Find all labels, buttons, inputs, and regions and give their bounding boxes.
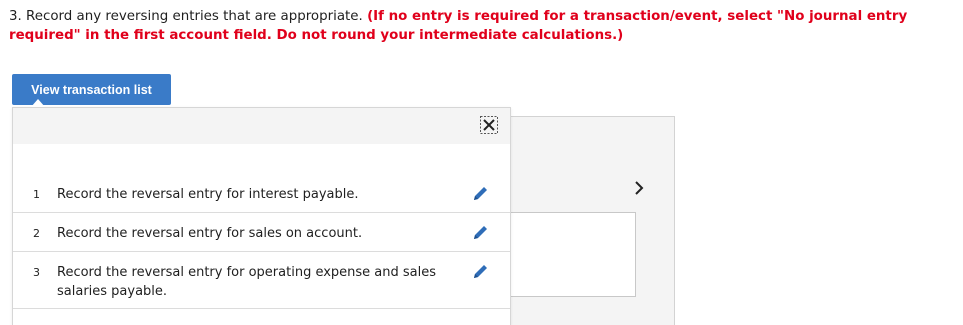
pencil-icon[interactable]: [470, 223, 490, 243]
popover-caret: [31, 99, 45, 107]
chevron-right-icon[interactable]: [631, 180, 647, 196]
transaction-number: 2: [33, 227, 40, 240]
instructions: 3. Record any reversing entries that are…: [9, 7, 949, 45]
popover-header: [13, 108, 510, 144]
transaction-description: Record the reversal entry for operating …: [57, 265, 437, 299]
transaction-list-popover: 1 Record the reversal entry for interest…: [12, 107, 511, 325]
instructions-text: 3. Record any reversing entries that are…: [9, 9, 368, 24]
close-icon[interactable]: [479, 115, 499, 135]
page: 3. Record any reversing entries that are…: [0, 0, 963, 325]
transaction-list: 1 Record the reversal entry for interest…: [13, 180, 510, 309]
pencil-icon[interactable]: [470, 184, 490, 204]
transaction-item-1[interactable]: 1 Record the reversal entry for interest…: [13, 180, 510, 213]
view-transaction-list-label: View transaction list: [31, 82, 152, 97]
transaction-number: 3: [33, 266, 40, 279]
transaction-item-3[interactable]: 3 Record the reversal entry for operatin…: [13, 252, 510, 309]
transaction-description: Record the reversal entry for interest p…: [57, 187, 359, 202]
pencil-icon[interactable]: [470, 262, 490, 282]
journal-entry-field[interactable]: [490, 212, 636, 297]
transaction-number: 1: [33, 188, 40, 201]
transaction-item-2[interactable]: 2 Record the reversal entry for sales on…: [13, 213, 510, 252]
transaction-description: Record the reversal entry for sales on a…: [57, 226, 363, 241]
